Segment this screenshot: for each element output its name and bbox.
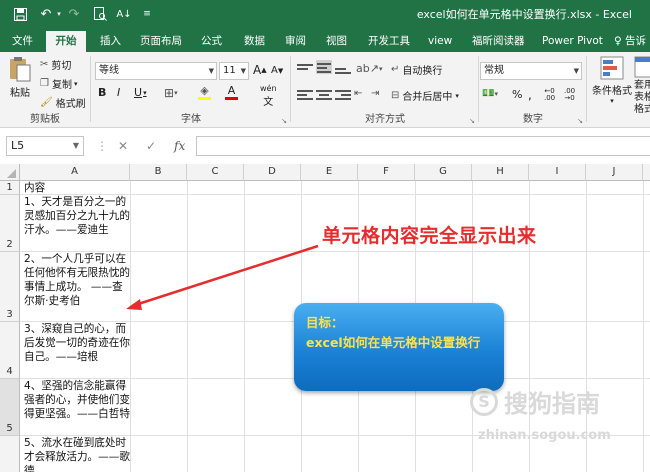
goal-box: 目标： excel如何在单元格中设置换行 [294,303,504,391]
watermark-logo: S 搜狗指南 [470,384,600,419]
watermark-main-text: 搜狗指南 [504,390,600,418]
watermark-url: zhinan.sogou.com [478,428,611,443]
goal-text: excel如何在单元格中设置换行 [306,335,481,350]
excel-window: ↶ ▾ ↷ A↓ ≡ excel如何在单元格中设置换行.xlsx - Excel… [0,0,650,472]
goal-title: 目标： [306,315,344,330]
sogou-logo-icon: S [470,387,498,416]
callout-text: 单元格内容完全显示出来 [322,225,537,247]
